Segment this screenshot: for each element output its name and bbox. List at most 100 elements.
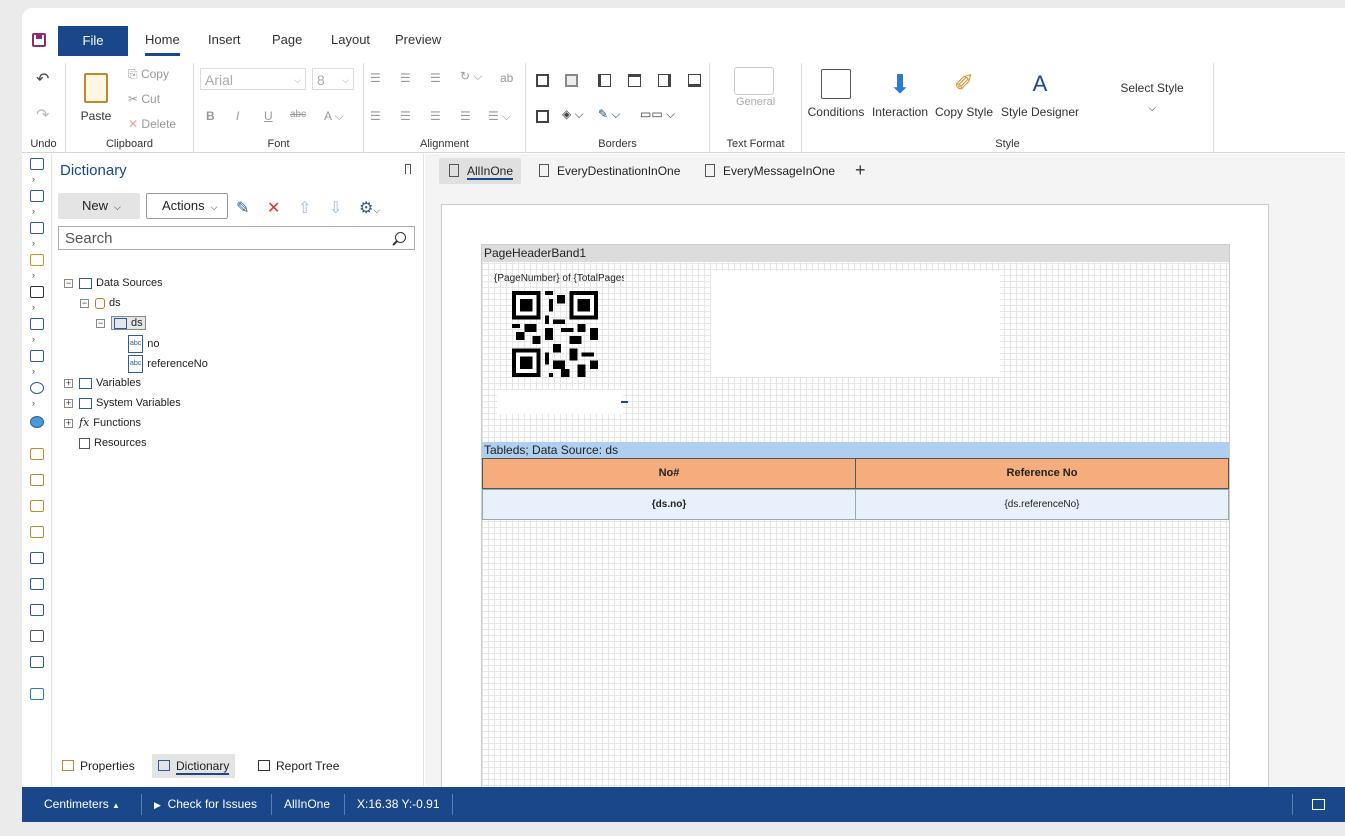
tab-page[interactable]: Page bbox=[272, 32, 302, 56]
tree-functions[interactable]: + fx Functions bbox=[64, 415, 141, 431]
band-icon[interactable] bbox=[30, 474, 44, 486]
image-icon[interactable] bbox=[30, 656, 44, 668]
tree-ds-connection[interactable]: − ds bbox=[80, 295, 121, 311]
align-top-left-icon[interactable]: ☰ bbox=[370, 71, 381, 85]
copy-button[interactable]: ⎘ Copy bbox=[128, 67, 169, 82]
align-center-icon[interactable]: ☰ bbox=[400, 109, 411, 123]
font-size-select[interactable]: 8 ⌵ bbox=[312, 68, 354, 90]
band-icon[interactable] bbox=[30, 526, 44, 538]
justify-icon[interactable]: ☰ bbox=[460, 109, 471, 123]
select-style-dropdown[interactable]: Select Style ⌵ bbox=[1104, 81, 1200, 114]
delete-icon[interactable]: ✕ bbox=[267, 198, 280, 218]
conditions-button[interactable]: Conditions bbox=[806, 69, 866, 119]
tree-column-referenceno[interactable]: abc referenceNo bbox=[128, 355, 208, 373]
align-top-center-icon[interactable]: ☰ bbox=[400, 71, 411, 85]
page-tab-allinone[interactable]: AllInOne bbox=[439, 158, 522, 184]
align-top-right-icon[interactable]: ☰ bbox=[430, 71, 441, 85]
page-tab-everydestinationinone[interactable]: EveryDestinationInOne bbox=[529, 158, 688, 184]
search-input[interactable]: Search bbox=[58, 226, 415, 250]
tree-resources[interactable]: Resources bbox=[79, 435, 147, 451]
chevron-right-icon[interactable]: › bbox=[32, 366, 35, 376]
chevron-right-icon[interactable]: › bbox=[32, 334, 35, 344]
text-icon[interactable] bbox=[30, 630, 44, 642]
report-canvas[interactable]: PageHeaderBand1 {PageNumber} of {TotalPa… bbox=[481, 244, 1230, 804]
panel-icon[interactable] bbox=[30, 604, 44, 616]
rotate-icon[interactable]: ↻ ⌵ bbox=[460, 69, 483, 84]
chevron-right-icon[interactable]: › bbox=[32, 174, 35, 184]
band-icon[interactable] bbox=[30, 448, 44, 460]
border-style-icon[interactable] bbox=[536, 110, 549, 123]
expand-icon[interactable]: + bbox=[64, 398, 73, 408]
chevron-right-icon[interactable]: › bbox=[32, 302, 35, 312]
shapes-icon[interactable] bbox=[30, 222, 44, 234]
shape-icon[interactable] bbox=[30, 318, 44, 330]
table-icon[interactable] bbox=[30, 190, 44, 202]
tree-variables[interactable]: + Variables bbox=[64, 375, 141, 391]
interaction-button[interactable]: ⬇ Interaction bbox=[868, 69, 932, 119]
paste-button[interactable]: Paste bbox=[76, 73, 116, 123]
table-header-no[interactable]: No# bbox=[482, 458, 856, 489]
border-right-icon[interactable] bbox=[658, 74, 671, 87]
font-name-select[interactable]: Arial ⌵ bbox=[200, 68, 306, 90]
align-left-icon[interactable]: ☰ bbox=[370, 109, 381, 123]
redo-icon[interactable]: ↷ bbox=[36, 105, 49, 125]
text-format-icon[interactable] bbox=[734, 67, 774, 95]
move-down-icon[interactable]: ⇩ bbox=[329, 198, 342, 218]
chevron-right-icon[interactable]: › bbox=[32, 398, 35, 408]
copy-style-button[interactable]: ✐ Copy Style bbox=[932, 69, 996, 119]
empty-textbox[interactable] bbox=[497, 390, 623, 414]
bold-icon[interactable]: B bbox=[206, 109, 215, 123]
delete-button[interactable]: ✕ Delete bbox=[128, 117, 176, 131]
units-dropdown[interactable]: Centimeters ▲ bbox=[44, 787, 120, 822]
border-none-icon[interactable] bbox=[565, 74, 578, 87]
expand-icon[interactable]: + bbox=[64, 378, 73, 388]
actions-button[interactable]: Actions ⌵ bbox=[146, 193, 228, 219]
cut-button[interactable]: ✂ Cut bbox=[128, 92, 160, 106]
band-icon[interactable] bbox=[30, 500, 44, 512]
tab-dictionary[interactable]: Dictionary bbox=[152, 754, 236, 778]
settings-gear-icon[interactable]: ⚙⌵ bbox=[359, 198, 380, 218]
border-all-icon[interactable] bbox=[536, 74, 549, 87]
strikethrough-icon[interactable]: abc bbox=[290, 109, 306, 120]
tab-home[interactable]: Home bbox=[145, 32, 180, 56]
pin-icon[interactable] bbox=[405, 164, 411, 174]
tools-icon[interactable] bbox=[30, 688, 44, 700]
tab-insert[interactable]: Insert bbox=[208, 32, 241, 56]
tab-properties[interactable]: Properties bbox=[56, 754, 141, 778]
page-number-textbox[interactable]: {PageNumber} of {TotalPages} bbox=[494, 273, 624, 284]
gauge-icon[interactable] bbox=[30, 382, 44, 394]
qr-code-icon[interactable] bbox=[512, 291, 598, 377]
table-cell-no[interactable]: {ds.no} bbox=[482, 489, 856, 520]
add-page-icon[interactable]: + bbox=[855, 160, 866, 181]
tree-ds-table[interactable]: − ds bbox=[96, 315, 146, 331]
chevron-right-icon[interactable]: › bbox=[32, 238, 35, 248]
fit-page-icon[interactable] bbox=[1312, 787, 1325, 822]
border-color-icon[interactable]: ✎ ⌵ bbox=[598, 107, 621, 122]
table-cell-reference[interactable]: {ds.referenceNo} bbox=[855, 489, 1229, 520]
expand-icon[interactable]: + bbox=[64, 418, 73, 428]
chevron-right-icon[interactable]: › bbox=[32, 206, 35, 216]
fill-color-icon[interactable]: ◈ ⌵ bbox=[562, 107, 584, 122]
page-header-band[interactable]: PageHeaderBand1 bbox=[482, 245, 1229, 262]
tree-system-variables[interactable]: + System Variables bbox=[64, 395, 181, 411]
collapse-icon[interactable]: − bbox=[64, 278, 73, 288]
wrap-text-icon[interactable]: ab bbox=[500, 71, 513, 85]
font-color-icon[interactable]: A ⌵ bbox=[324, 109, 344, 124]
report-icon[interactable] bbox=[30, 158, 44, 170]
border-top-icon[interactable] bbox=[628, 74, 641, 87]
file-button[interactable]: File bbox=[58, 26, 128, 56]
tree-column-no[interactable]: abc no bbox=[128, 335, 160, 353]
search-icon[interactable] bbox=[395, 232, 406, 243]
undo-icon[interactable]: ↶ bbox=[36, 69, 49, 89]
page-tab-everymessageinone[interactable]: EveryMessageInOne bbox=[695, 158, 843, 184]
move-up-icon[interactable]: ⇧ bbox=[298, 198, 311, 218]
collapse-icon[interactable]: − bbox=[80, 298, 89, 308]
map-icon[interactable] bbox=[30, 416, 44, 428]
panel-icon[interactable] bbox=[30, 552, 44, 564]
tab-layout[interactable]: Layout bbox=[331, 32, 370, 56]
line-style-icon[interactable]: ▭▭ ⌵ bbox=[640, 107, 675, 122]
italic-icon[interactable]: I bbox=[236, 109, 239, 123]
chart-icon[interactable] bbox=[30, 350, 44, 362]
pen-icon[interactable] bbox=[30, 254, 44, 266]
style-designer-button[interactable]: A Style Designer bbox=[998, 69, 1082, 119]
